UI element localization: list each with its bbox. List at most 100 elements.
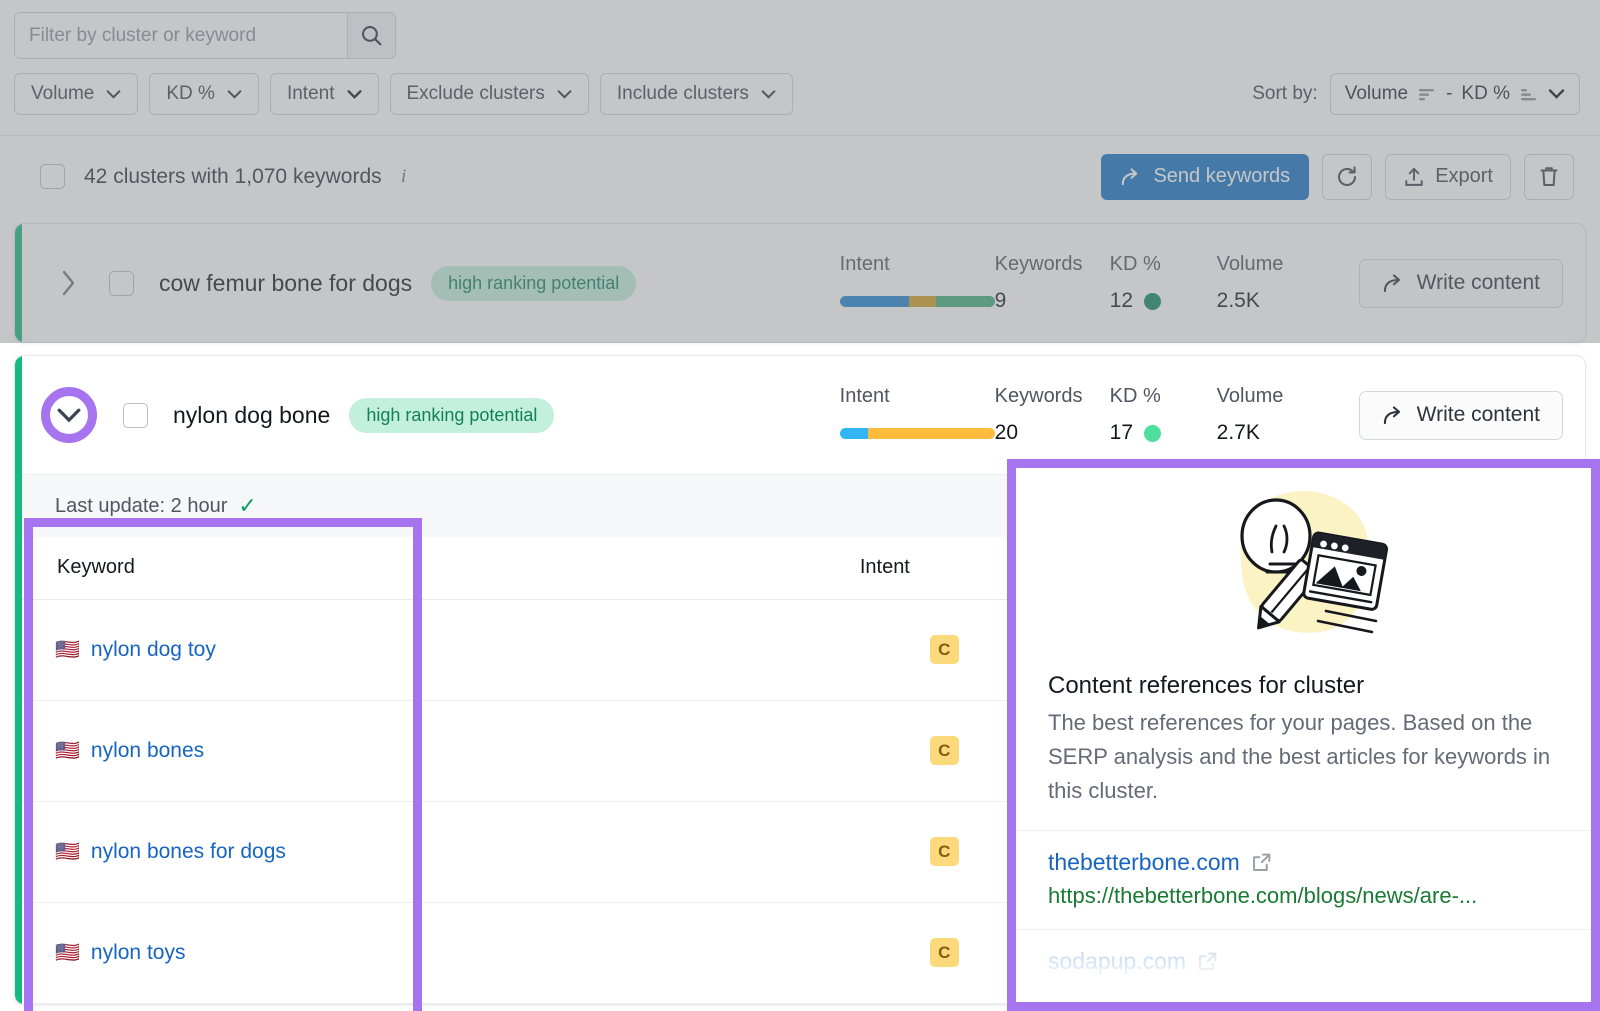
metric-kd-value: 12 [1109,289,1134,312]
kd-difficulty-dot [1144,424,1162,442]
intent-badge: C [929,938,959,967]
metric-keywords-value: 20 [994,421,1019,444]
refresh-icon [1338,165,1357,186]
metric-keywords-value: 9 [994,289,1007,312]
intent-segment-informational [839,428,868,439]
keyword-link[interactable]: nylon dog toy [91,638,216,661]
kd-difficulty-dot [1144,292,1162,310]
expand-cluster-chevron[interactable] [55,269,83,297]
write-content-label: Write content [1416,271,1540,294]
metric-intent-label: Intent [839,385,890,407]
filter-include-clusters-label: Include clusters [616,83,749,104]
reference-item[interactable]: sodapup.com https://sodapup.com/collecti… [1016,930,1591,1002]
metric-kd-value-wrap: 12 [1110,289,1217,313]
chevron-down-icon [107,89,121,99]
metric-kd-value-wrap: 17 [1110,421,1217,445]
cluster-checkbox[interactable] [109,270,134,296]
chevron-down-icon [346,89,362,99]
keyword-link[interactable]: nylon toys [91,941,186,964]
reference-item[interactable]: thebetterbone.com https://thebetterbone.… [1016,831,1591,931]
metric-volume-value: 2.7K [1216,421,1260,444]
search-field-wrapper [14,12,396,59]
metric-volume: Volume 2.7K [1217,385,1337,445]
metric-kd: KD % 12 [1110,253,1217,313]
keyword-cell: 🇺🇸 nylon toys [15,902,860,1004]
metric-intent: Intent [839,253,995,307]
cluster-name: nylon dog bone [173,401,331,428]
send-keywords-button[interactable]: Send keywords [1101,153,1310,200]
upload-icon [1405,167,1423,186]
refresh-button[interactable] [1322,153,1373,200]
country-flag-icon: 🇺🇸 [55,639,80,661]
metric-kd-label: KD % [1109,385,1161,407]
cluster-row[interactable]: nylon dog bone high ranking potential In… [15,356,1585,474]
cluster-summary-text: 42 clusters with 1,070 keywords [84,164,382,188]
country-flag-icon: 🇺🇸 [55,942,80,964]
keyword-cell: 🇺🇸 nylon dog toy [15,599,860,701]
metric-kd-label: KD % [1109,253,1161,275]
intent-bar [839,296,995,307]
metric-keywords: Keywords 9 [995,253,1110,313]
info-icon[interactable]: i [396,166,412,188]
filter-toolbar: Volume KD % Intent Exclude clusters Incl… [0,0,1600,135]
external-link-icon [1252,853,1271,872]
filter-intent[interactable]: Intent [269,73,379,115]
search-input[interactable] [15,13,347,58]
last-update-text: Last update: 2 hour [55,494,228,517]
country-flag-icon: 🇺🇸 [55,740,80,762]
export-button[interactable]: Export [1385,153,1511,200]
filter-include-clusters[interactable]: Include clusters [599,73,793,115]
share-arrow-icon [1383,405,1400,424]
intent-badge: C [929,837,959,866]
column-header-intent[interactable]: Intent [859,537,1029,600]
intent-cell: C [859,700,1029,802]
intent-segment-transactional [935,296,995,307]
reference-url[interactable]: https://sodapup.com/collections/nylon-ch… [1048,982,1559,1002]
dimmed-overlay-section: Volume KD % Intent Exclude clusters Incl… [0,0,1600,343]
header-actions: Send keywords Export [1101,153,1574,200]
chevron-down-icon [761,89,776,99]
cluster-accent-bar [15,356,22,1004]
metric-volume-label: Volume [1216,253,1284,275]
filter-volume[interactable]: Volume [14,73,139,115]
cluster-metrics: Intent Keywords 20 KD % 17 Volume 2.7K [839,385,1337,445]
filter-exclude-clusters[interactable]: Exclude clusters [389,73,589,115]
cluster-checkbox[interactable] [123,402,148,428]
select-all-checkbox[interactable] [40,164,65,189]
cluster-accent-bar [15,224,22,342]
sort-separator: - [1446,83,1453,104]
reference-url[interactable]: https://thebetterbone.com/blogs/news/are… [1048,883,1559,909]
keyword-link[interactable]: nylon bones [91,739,204,762]
expand-cluster-chevron[interactable] [41,387,97,443]
keyword-link[interactable]: nylon bones for dogs [91,840,286,863]
write-content-button[interactable]: Write content [1358,390,1563,440]
chevron-down-icon [557,89,572,99]
column-header-keyword[interactable]: Keyword [15,537,860,600]
write-content-button[interactable]: Write content [1358,258,1563,308]
intent-badge: C [929,635,959,664]
reference-domain-link[interactable]: sodapup.com [1048,948,1218,975]
intent-badge: C [929,736,959,765]
filter-volume-label: Volume [31,83,95,104]
send-keywords-label: Send keywords [1153,165,1291,187]
intent-bar [839,428,995,439]
status-badge: high ranking potential [349,397,555,433]
filter-kd[interactable]: KD % [149,73,259,115]
selection-header: 42 clusters with 1,070 keywords i Send k… [0,135,1600,217]
metric-volume: Volume 2.5K [1217,253,1337,313]
cluster-card[interactable]: cow femur bone for dogs high ranking pot… [14,223,1586,343]
delete-button[interactable] [1524,153,1574,200]
sort-by-select[interactable]: Volume - KD % [1329,73,1580,115]
metric-kd: KD % 17 [1110,385,1217,445]
content-references-inner: Content references for cluster The best … [1016,468,1591,1002]
export-label: Export [1435,165,1493,187]
reference-domain-link[interactable]: thebetterbone.com [1048,849,1272,876]
sort-ascending-icon [1521,88,1536,100]
cluster-row[interactable]: cow femur bone for dogs high ranking pot… [15,224,1585,342]
sort-by-label: Sort by: [1252,83,1318,104]
cluster-metrics: Intent Keywords 9 KD % 12 Volume 2.5K [839,253,1337,313]
filter-intent-label: Intent [286,83,335,104]
search-button[interactable] [347,13,395,58]
sort-by-area: Sort by: Volume - KD % [1252,73,1580,115]
content-references-illustration-wrap [1016,468,1591,658]
